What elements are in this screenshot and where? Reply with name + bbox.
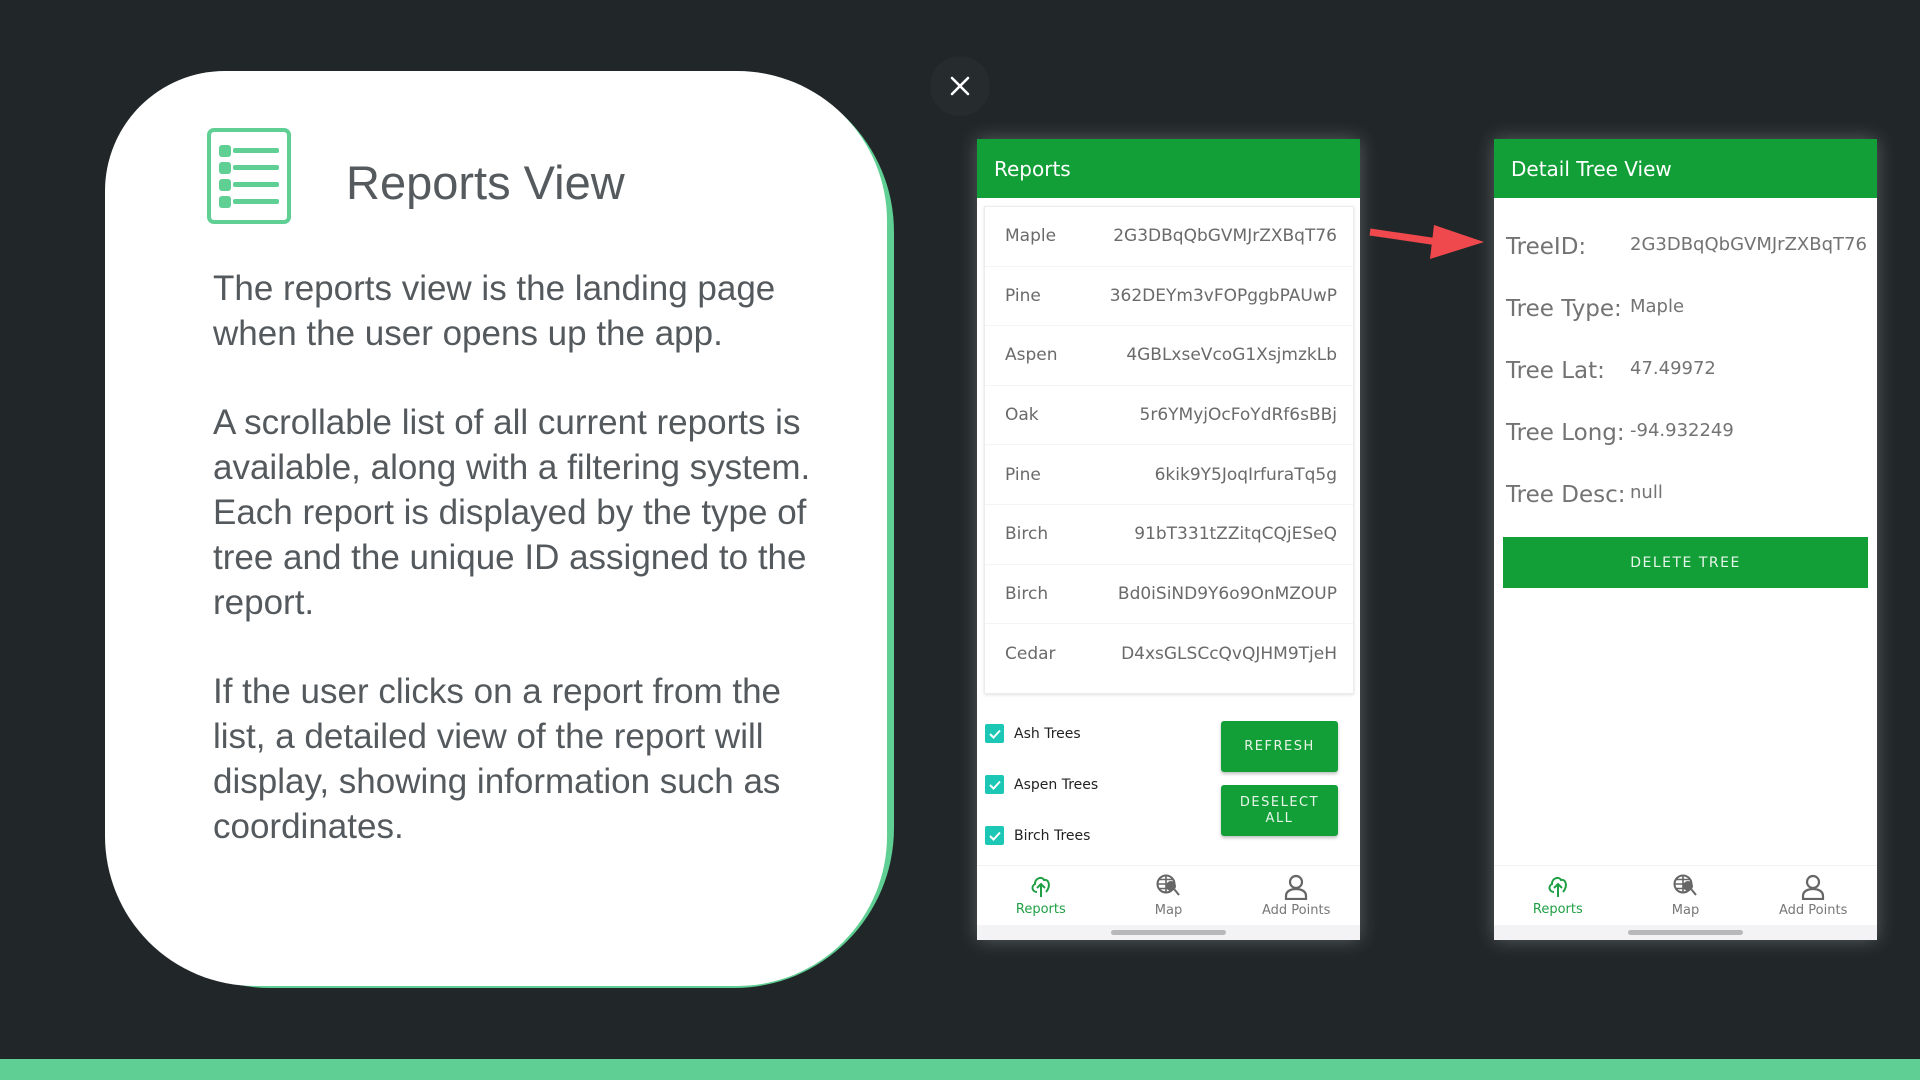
nav-map[interactable]: Map (1105, 866, 1233, 926)
detail-tree-lat: Tree Lat: 47.49972 (1506, 358, 1716, 384)
field-label: Tree Type: (1506, 296, 1622, 322)
tree-type: Cedar (1005, 643, 1056, 664)
bottom-nav: Reports Map Add Points (977, 865, 1360, 926)
list-item[interactable]: Oak 5r6YMyjOcFoYdRf6sBBj (985, 386, 1353, 446)
filter-group: Ash Trees Aspen Trees Birch Trees (985, 708, 1098, 861)
tree-upload-icon (1548, 876, 1567, 897)
close-icon (950, 76, 970, 96)
checkbox-checked[interactable] (985, 826, 1004, 845)
nav-add-points[interactable]: Add Points (1749, 866, 1877, 926)
list-item[interactable]: Pine 362DEYm3vFOPggbPAUwP (985, 267, 1353, 327)
close-button[interactable] (930, 56, 990, 116)
check-icon (988, 831, 1001, 841)
person-icon (1285, 874, 1308, 900)
list-item[interactable]: Birch 91bT331tZZitqCQjESeQ (985, 505, 1353, 565)
nav-label: Map (1671, 903, 1700, 918)
detail-screen: Detail Tree View TreeID: 2G3DBqQbGVMJrZX… (1494, 139, 1877, 940)
globe-search-icon (1156, 874, 1180, 896)
card-paragraph: If the user clicks on a report from the … (213, 672, 782, 846)
tree-type: Pine (1005, 285, 1041, 306)
card-title: Reports View (346, 156, 625, 209)
nav-label: Add Points (1262, 903, 1331, 918)
tree-type: Maple (1005, 226, 1057, 247)
reports-header: Reports (977, 139, 1360, 198)
filter-birch-trees[interactable]: Birch Trees (985, 810, 1098, 861)
tree-type: Birch (1005, 524, 1049, 545)
deselect-all-button[interactable]: DESELECT ALL (1221, 785, 1338, 836)
field-label: Tree Lat: (1506, 358, 1605, 384)
refresh-button[interactable]: REFRESH (1221, 721, 1338, 772)
filter-label: Aspen Trees (1014, 776, 1099, 793)
reports-list[interactable]: Maple 2G3DBqQbGVMJrZXBqT76 Pine 362DEYm3vF… (984, 206, 1354, 694)
list-document-icon (207, 128, 291, 224)
nav-label: Reports (1015, 902, 1066, 917)
field-value: 2G3DBqQbGVMJrZXBqT76 (1630, 234, 1867, 255)
filter-aspen-trees[interactable]: Aspen Trees (985, 759, 1098, 810)
home-indicator-area (977, 925, 1360, 940)
field-label: Tree Long: (1506, 420, 1625, 446)
nav-add-points[interactable]: Add Points (1232, 866, 1360, 926)
report-id: 91bT331tZZitqCQjESeQ (1134, 524, 1337, 545)
field-value: Maple (1630, 296, 1685, 317)
field-label: Tree Desc: (1506, 482, 1626, 508)
tree-upload-icon (1031, 876, 1050, 897)
card-paragraph: The reports view is the landing page whe… (213, 269, 776, 353)
list-item[interactable]: Aspen 4GBLxseVcoG1XsjmzkLb (985, 326, 1353, 386)
description-card: Reports View The reports view is the lan… (105, 71, 887, 986)
home-indicator[interactable] (1628, 930, 1743, 935)
report-id: 5r6YMyjOcFoYdRf6sBBj (1139, 405, 1337, 426)
filter-ash-trees[interactable]: Ash Trees (985, 708, 1098, 759)
check-icon (988, 780, 1001, 790)
tree-type: Oak (1005, 405, 1039, 426)
card-body: The reports view is the landing page whe… (213, 266, 813, 893)
detail-tree-id: TreeID: 2G3DBqQbGVMJrZXBqT76 (1506, 234, 1867, 260)
field-value: -94.932249 (1630, 420, 1734, 441)
detail-tree-long: Tree Long: -94.932249 (1506, 420, 1734, 446)
report-id: D4xsGLSCcQvQJHM9TjeH (1121, 643, 1337, 664)
list-item[interactable]: Maple 2G3DBqQbGVMJrZXBqT76 (985, 207, 1353, 267)
nav-reports[interactable]: Reports (1494, 866, 1622, 926)
tree-type: Birch (1005, 583, 1049, 604)
report-id: 4GBLxseVcoG1XsjmzkLb (1126, 345, 1337, 366)
arrow-icon (1369, 225, 1484, 259)
delete-tree-button[interactable]: DELETE TREE (1503, 537, 1868, 588)
card-paragraph: A scrollable list of all current reports… (213, 403, 811, 622)
report-id: 2G3DBqQbGVMJrZXBqT76 (1113, 226, 1337, 247)
detail-tree-desc: Tree Desc: null (1506, 482, 1663, 508)
list-item[interactable]: Cedar D4xsGLSCcQvQJHM9TjeH (985, 624, 1353, 684)
check-icon (988, 729, 1001, 739)
button-label: DESELECT (1239, 794, 1320, 810)
nav-label: Add Points (1779, 903, 1848, 918)
filter-label: Birch Trees (1014, 827, 1091, 844)
bottom-accent-bar (0, 1059, 1920, 1080)
detail-tree-type: Tree Type: Maple (1506, 296, 1684, 322)
reports-screen: Reports Maple 2G3DBqQbGVMJrZXBqT76 Pine 36… (977, 139, 1360, 940)
bottom-nav: Reports Map Add Points (1494, 865, 1877, 926)
field-label: TreeID: (1506, 234, 1587, 260)
field-value: null (1630, 482, 1663, 503)
nav-label: Map (1154, 903, 1183, 918)
person-icon (1802, 874, 1825, 900)
home-indicator[interactable] (1111, 930, 1226, 935)
button-label: ALL (1265, 810, 1294, 826)
nav-label: Reports (1532, 902, 1583, 917)
list-item[interactable]: Birch Bd0iSiND9Y6o9OnMZOUP (985, 565, 1353, 625)
checkbox-checked[interactable] (985, 775, 1004, 794)
tree-type: Pine (1005, 464, 1041, 485)
list-item[interactable]: Pine 6kik9Y5JoqIrfuraTq5g (985, 445, 1353, 505)
report-id: Bd0iSiND9Y6o9OnMZOUP (1117, 583, 1337, 604)
nav-map[interactable]: Map (1622, 866, 1750, 926)
tree-type: Aspen (1005, 345, 1058, 366)
field-value: 47.49972 (1630, 358, 1716, 379)
report-id: 362DEYm3vFOPggbPAUwP (1109, 285, 1337, 306)
checkbox-checked[interactable] (985, 724, 1004, 743)
detail-header: Detail Tree View (1494, 139, 1877, 198)
home-indicator-area (1494, 925, 1877, 940)
globe-search-icon (1673, 874, 1697, 896)
filter-label: Ash Trees (1014, 725, 1081, 742)
nav-reports[interactable]: Reports (977, 866, 1105, 926)
report-id: 6kik9Y5JoqIrfuraTq5g (1154, 464, 1337, 485)
